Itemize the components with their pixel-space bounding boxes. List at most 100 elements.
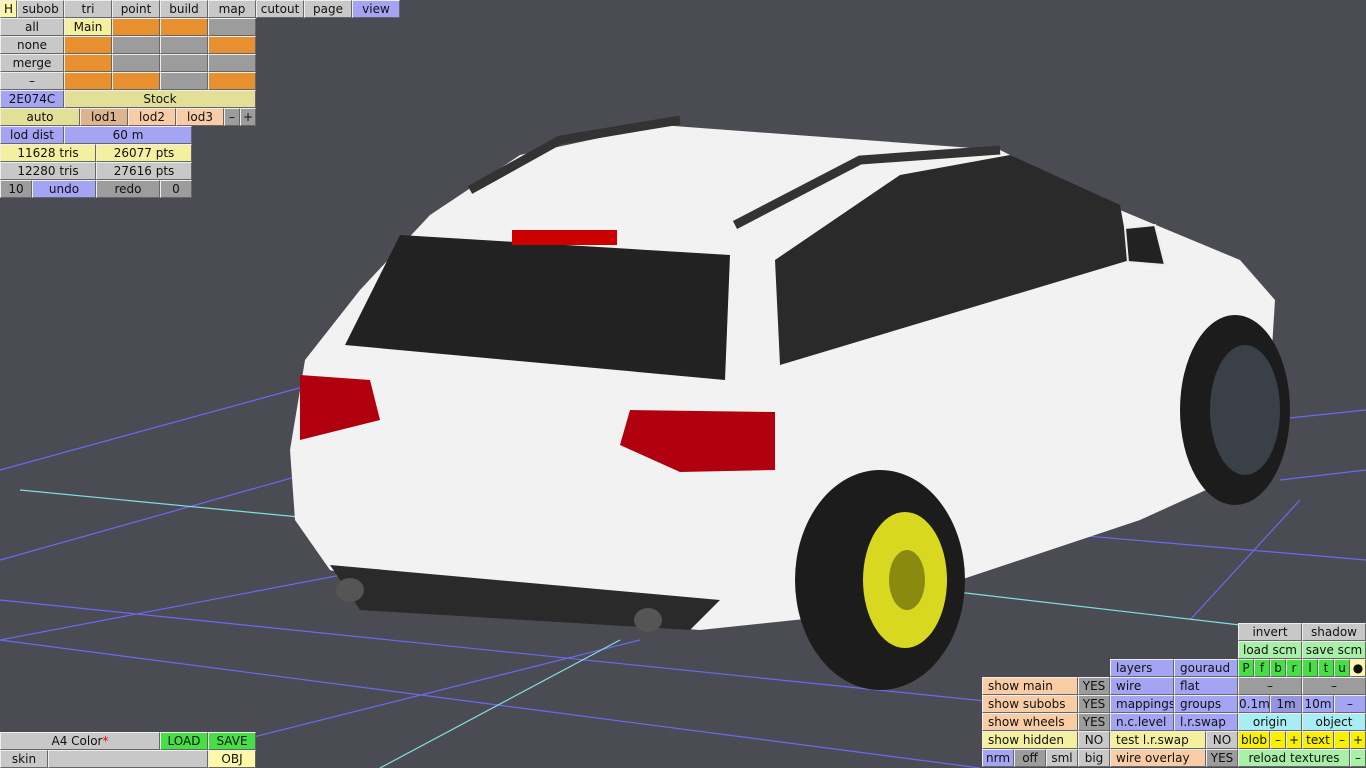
dash-button[interactable]: – (1238, 677, 1302, 695)
subob-slot[interactable] (112, 54, 160, 72)
show-hidden-label: show hidden (982, 731, 1078, 749)
skin-name-text: A4 Color (51, 734, 103, 748)
wire-button[interactable]: wire (1110, 677, 1174, 695)
view-f-button[interactable]: f (1254, 659, 1270, 677)
tab-point[interactable]: point (112, 0, 160, 18)
subob-slot[interactable] (64, 72, 112, 90)
tab-map[interactable]: map (208, 0, 256, 18)
object-button[interactable]: object (1302, 713, 1366, 731)
subob-slot[interactable] (208, 54, 256, 72)
select-none-button[interactable]: none (0, 36, 64, 54)
blob-button[interactable]: blob (1238, 731, 1270, 749)
subob-main[interactable]: Main (64, 18, 112, 36)
wire-overlay-toggle[interactable]: YES (1206, 749, 1238, 767)
tab-h[interactable]: H (0, 0, 17, 18)
load-scm-button[interactable]: load scm (1238, 641, 1302, 659)
subob-slot[interactable] (208, 72, 256, 90)
obj-button[interactable]: OBJ (208, 750, 256, 768)
grid-10m-button[interactable]: 10m (1302, 695, 1334, 713)
select-all-button[interactable]: all (0, 18, 64, 36)
view-p-button[interactable]: P (1238, 659, 1254, 677)
tab-cutout[interactable]: cutout (256, 0, 304, 18)
subob-slot[interactable] (64, 54, 112, 72)
show-main-toggle[interactable]: YES (1078, 677, 1110, 695)
stock-button[interactable]: Stock (64, 90, 256, 108)
subob-slot[interactable] (160, 18, 208, 36)
lod-plus-button[interactable]: + (240, 108, 256, 126)
blob-plus-button[interactable]: + (1286, 731, 1302, 749)
skin-name[interactable]: A4 Color* (0, 732, 160, 750)
subob-slot[interactable] (160, 54, 208, 72)
lod3-button[interactable]: lod3 (176, 108, 224, 126)
skin-button[interactable]: skin (0, 750, 48, 768)
tab-page[interactable]: page (304, 0, 352, 18)
show-hidden-toggle[interactable]: NO (1078, 731, 1110, 749)
mappings-button[interactable]: mappings (1110, 695, 1174, 713)
reload-textures-button[interactable]: reload textures (1238, 749, 1350, 767)
save-scm-button[interactable]: save scm (1302, 641, 1366, 659)
tab-view[interactable]: view (352, 0, 400, 18)
lod-auto-button[interactable]: auto (0, 108, 80, 126)
nc-level-button[interactable]: n.c.level (1110, 713, 1174, 731)
grid-off-button[interactable]: – (1334, 695, 1366, 713)
blob-minus-button[interactable]: – (1270, 731, 1286, 749)
size-sml-button[interactable]: sml (1046, 749, 1078, 767)
size-nrm-button[interactable]: nrm (982, 749, 1014, 767)
lod1-button[interactable]: lod1 (80, 108, 128, 126)
lod-minus-button[interactable]: – (224, 108, 240, 126)
color-code-button[interactable]: 2E074C (0, 90, 64, 108)
layers-button[interactable]: layers (1110, 659, 1174, 677)
test-lr-swap-toggle[interactable]: NO (1206, 731, 1238, 749)
grid-1m-button[interactable]: 1m (1270, 695, 1302, 713)
text-button[interactable]: text (1302, 731, 1334, 749)
lod-dist-value[interactable]: 60 m (64, 126, 192, 144)
undo-button[interactable]: undo (32, 180, 96, 198)
grid-0.1m-button[interactable]: 0.1m (1238, 695, 1270, 713)
show-subobs-label: show subobs (982, 695, 1078, 713)
subob-slot[interactable] (112, 72, 160, 90)
show-wheels-toggle[interactable]: YES (1078, 713, 1110, 731)
subob-slot[interactable] (112, 36, 160, 54)
save-button[interactable]: SAVE (208, 732, 256, 750)
subob-slot[interactable] (208, 18, 256, 36)
origin-button[interactable]: origin (1238, 713, 1302, 731)
invert-button[interactable]: invert (1238, 623, 1302, 641)
subob-slot[interactable] (64, 36, 112, 54)
load-button[interactable]: LOAD (160, 732, 208, 750)
shadow-button[interactable]: shadow (1302, 623, 1366, 641)
reload-minus-button[interactable]: – (1350, 749, 1366, 767)
redo-button[interactable]: redo (96, 180, 160, 198)
tab-tri[interactable]: tri (64, 0, 112, 18)
show-subobs-toggle[interactable]: YES (1078, 695, 1110, 713)
lr-swap-button[interactable]: l.r.swap (1174, 713, 1238, 731)
subob-slot[interactable] (112, 18, 160, 36)
size-big-button[interactable]: big (1078, 749, 1110, 767)
subob-slot[interactable] (160, 72, 208, 90)
dash-button[interactable]: – (0, 72, 64, 90)
groups-button[interactable]: groups (1174, 695, 1238, 713)
flat-button[interactable]: flat (1174, 677, 1238, 695)
merge-button[interactable]: merge (0, 54, 64, 72)
modified-marker: * (102, 734, 109, 748)
subob-slot[interactable] (208, 36, 256, 54)
gouraud-button[interactable]: gouraud (1174, 659, 1238, 677)
redo-count: 0 (160, 180, 192, 198)
show-main-label: show main (982, 677, 1078, 695)
view-u-button[interactable]: u (1334, 659, 1350, 677)
subob-slot[interactable] (160, 36, 208, 54)
view-l-button[interactable]: l (1302, 659, 1318, 677)
test-lr-swap-label: test l.r.swap (1110, 731, 1206, 749)
view-b-button[interactable]: b (1270, 659, 1286, 677)
dot-icon[interactable]: ● (1350, 659, 1366, 677)
skin-path-field[interactable] (48, 750, 208, 768)
tab-build[interactable]: build (160, 0, 208, 18)
dash-button[interactable]: – (1302, 677, 1366, 695)
tab-subob[interactable]: subob (17, 0, 64, 18)
text-plus-button[interactable]: + (1350, 731, 1366, 749)
wire-overlay-label: wire overlay (1110, 749, 1206, 767)
size-off-button[interactable]: off (1014, 749, 1046, 767)
text-minus-button[interactable]: – (1334, 731, 1350, 749)
view-r-button[interactable]: r (1286, 659, 1302, 677)
view-t-button[interactable]: t (1318, 659, 1334, 677)
lod2-button[interactable]: lod2 (128, 108, 176, 126)
